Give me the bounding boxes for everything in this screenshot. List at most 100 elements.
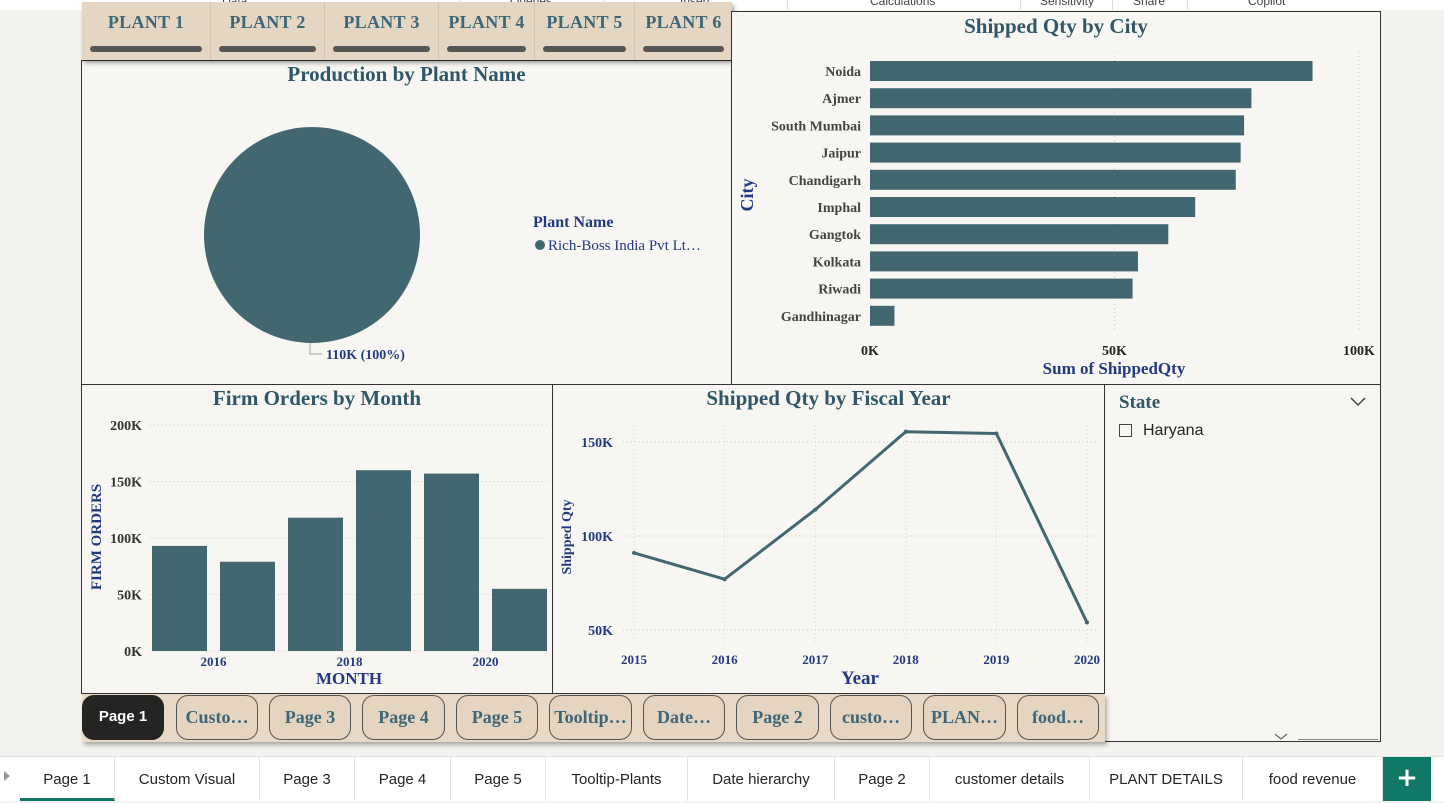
city-bar[interactable] [870, 115, 1245, 136]
ribbon-separator [787, 0, 788, 10]
nav-page-1-button[interactable]: Page 1 [82, 695, 164, 740]
year-data-point[interactable] [903, 429, 908, 434]
year-data-point[interactable] [632, 550, 636, 555]
year-x-tick-label: 2020 [1074, 652, 1100, 667]
month-bar-chart-panel[interactable]: Firm Orders by Month 0K 50K 100K 150K 200K 20… [81, 384, 553, 694]
city-x-axis-title: Sum of ShippedQty [1043, 359, 1186, 378]
plant-3-label: PLANT 3 [343, 12, 420, 32]
city-tick-label: South Mumbai [771, 119, 861, 134]
month-bar[interactable] [220, 561, 275, 651]
pie-legend-item[interactable]: Rich-Boss India Pvt Lt… [548, 238, 701, 254]
plant-4-label: PLANT 4 [448, 12, 525, 32]
nav-page-5-button[interactable]: Page 5 [456, 695, 538, 740]
tab-food-revenue[interactable]: food revenue [1243, 757, 1383, 801]
tab-page-1[interactable]: Page 1 [20, 757, 115, 801]
nav-page-3-button[interactable]: Page 3 [269, 695, 351, 740]
year-x-tick-label: 2016 [712, 652, 739, 667]
plant-4-button[interactable]: PLANT 4 [439, 2, 535, 60]
slicer-checkbox[interactable] [1119, 424, 1132, 437]
plant-3-underline [333, 46, 430, 52]
year-line-chart-svg: 50K 100K 150K 2015 2016 2017 2018 2019 2020 Year S… [560, 425, 1100, 689]
city-bar[interactable] [870, 251, 1138, 272]
tab-page-5[interactable]: Page 5 [451, 757, 546, 801]
year-series-line[interactable] [633, 430, 1089, 624]
pie-slice-rich-boss[interactable] [204, 127, 420, 343]
month-y-tick-label: 100K [110, 532, 142, 547]
year-data-point[interactable] [1085, 620, 1089, 625]
tab-page-2[interactable]: Page 2 [835, 757, 930, 801]
year-x-tick-label: 2017 [802, 652, 829, 667]
month-bar-chart-svg: 0K 50K 100K 150K 200K 2016 2018 2020 MONTH FIRM O… [89, 419, 548, 688]
city-tick-label: Riwadi [818, 283, 861, 298]
city-bar[interactable] [870, 197, 1196, 217]
nav-plant-details-button[interactable]: PLAN… [923, 695, 1006, 740]
tab-plant-details[interactable]: PLANT DETAILS [1090, 757, 1243, 801]
ribbon-group-sensitivity: Sensitivity [1040, 0, 1095, 8]
pie-chart-panel[interactable]: Production by Plant Name 110K (100%) Pla… [81, 60, 732, 385]
plant-2-button[interactable]: PLANT 2 [211, 2, 325, 60]
nav-custom-visual-button[interactable]: Custo… [176, 695, 258, 740]
plant-2-label: PLANT 2 [229, 12, 306, 32]
plant-6-label: PLANT 6 [645, 12, 722, 32]
plant-5-button[interactable]: PLANT 5 [535, 2, 635, 60]
month-bar[interactable] [152, 545, 207, 651]
month-y-tick-label: 0K [124, 645, 142, 660]
nav-page-4-button[interactable]: Page 4 [362, 695, 445, 740]
nav-date-hierarchy-button[interactable]: Date… [643, 695, 725, 740]
month-x-tick-label: 2018 [337, 654, 364, 669]
city-bar[interactable] [870, 88, 1252, 109]
plant-3-button[interactable]: PLANT 3 [325, 2, 439, 60]
month-bar[interactable] [492, 588, 547, 651]
tab-page-4[interactable]: Page 4 [355, 757, 451, 801]
city-bar[interactable] [870, 278, 1133, 299]
year-y-tick-label: 50K [588, 624, 613, 639]
nav-customer-details-button[interactable]: custo… [830, 695, 912, 740]
tab-customer-details[interactable]: customer details [930, 757, 1090, 801]
plant-1-button[interactable]: PLANT 1 [82, 2, 211, 60]
plant-5-label: PLANT 5 [546, 12, 623, 32]
city-tick-label: Kolkata [813, 255, 861, 270]
city-bar-chart-panel[interactable]: Shipped Qty by City Noida Ajmer South Mumb… [731, 11, 1381, 385]
chevron-down-icon[interactable] [1350, 397, 1366, 407]
year-line-chart-panel[interactable]: Shipped Qty by Fiscal Year 50K 100K 150K 20… [552, 384, 1105, 694]
page-tab-bar: Page 1 Custom Visual Page 3 Page 4 Page … [0, 756, 1444, 801]
plant-6-button[interactable]: PLANT 6 [635, 2, 732, 60]
month-bar[interactable] [288, 517, 343, 651]
city-y-axis-title: City [737, 179, 757, 212]
ribbon-separator [1020, 0, 1021, 10]
city-tick-label: Gangtok [809, 228, 861, 243]
city-bar-chart-svg: Noida Ajmer South Mumbai Jaipur Chandigarh Im… [737, 52, 1375, 378]
city-bar[interactable] [870, 169, 1236, 190]
year-x-tick-label: 2015 [621, 652, 648, 667]
slicer-bottom-line [1298, 739, 1378, 740]
nav-food-revenue-button[interactable]: food… [1017, 695, 1099, 740]
add-page-button[interactable]: + [1383, 757, 1431, 801]
city-bar[interactable] [870, 61, 1313, 81]
month-bar[interactable] [424, 473, 479, 651]
city-x-tick-label: 0K [861, 344, 879, 359]
slicer-chevron-bottom-icon [1274, 733, 1288, 740]
city-bar[interactable] [870, 224, 1169, 245]
tab-custom-visual[interactable]: Custom Visual [115, 757, 260, 801]
plant-1-label: PLANT 1 [107, 12, 185, 32]
month-y-axis-title: FIRM ORDERS [89, 484, 105, 590]
tab-date-hierarchy[interactable]: Date hierarchy [688, 757, 835, 801]
state-slicer-panel[interactable]: State Haryana [1104, 384, 1381, 742]
city-tick-label: Noida [825, 65, 861, 80]
city-bar[interactable] [870, 142, 1241, 163]
plant-1-underline [90, 46, 202, 52]
year-data-point[interactable] [722, 577, 727, 582]
nav-page-2-button[interactable]: Page 2 [736, 695, 819, 740]
month-x-axis-title: MONTH [316, 669, 382, 688]
tab-scroll-arrow-icon[interactable] [4, 771, 10, 781]
city-x-tick-label: 100K [1343, 344, 1375, 359]
city-bar[interactable] [870, 305, 895, 326]
year-data-point[interactable] [813, 507, 818, 512]
month-bar[interactable] [356, 470, 411, 651]
year-data-point[interactable] [994, 431, 999, 436]
pie-data-label: 110K (100%) [326, 348, 405, 363]
nav-tooltip-plants-button[interactable]: Tooltip… [549, 695, 632, 740]
tab-page-3[interactable]: Page 3 [260, 757, 355, 801]
tab-tooltip-plants[interactable]: Tooltip-Plants [546, 757, 688, 801]
ribbon-group-calculations: Calculations [870, 0, 936, 8]
